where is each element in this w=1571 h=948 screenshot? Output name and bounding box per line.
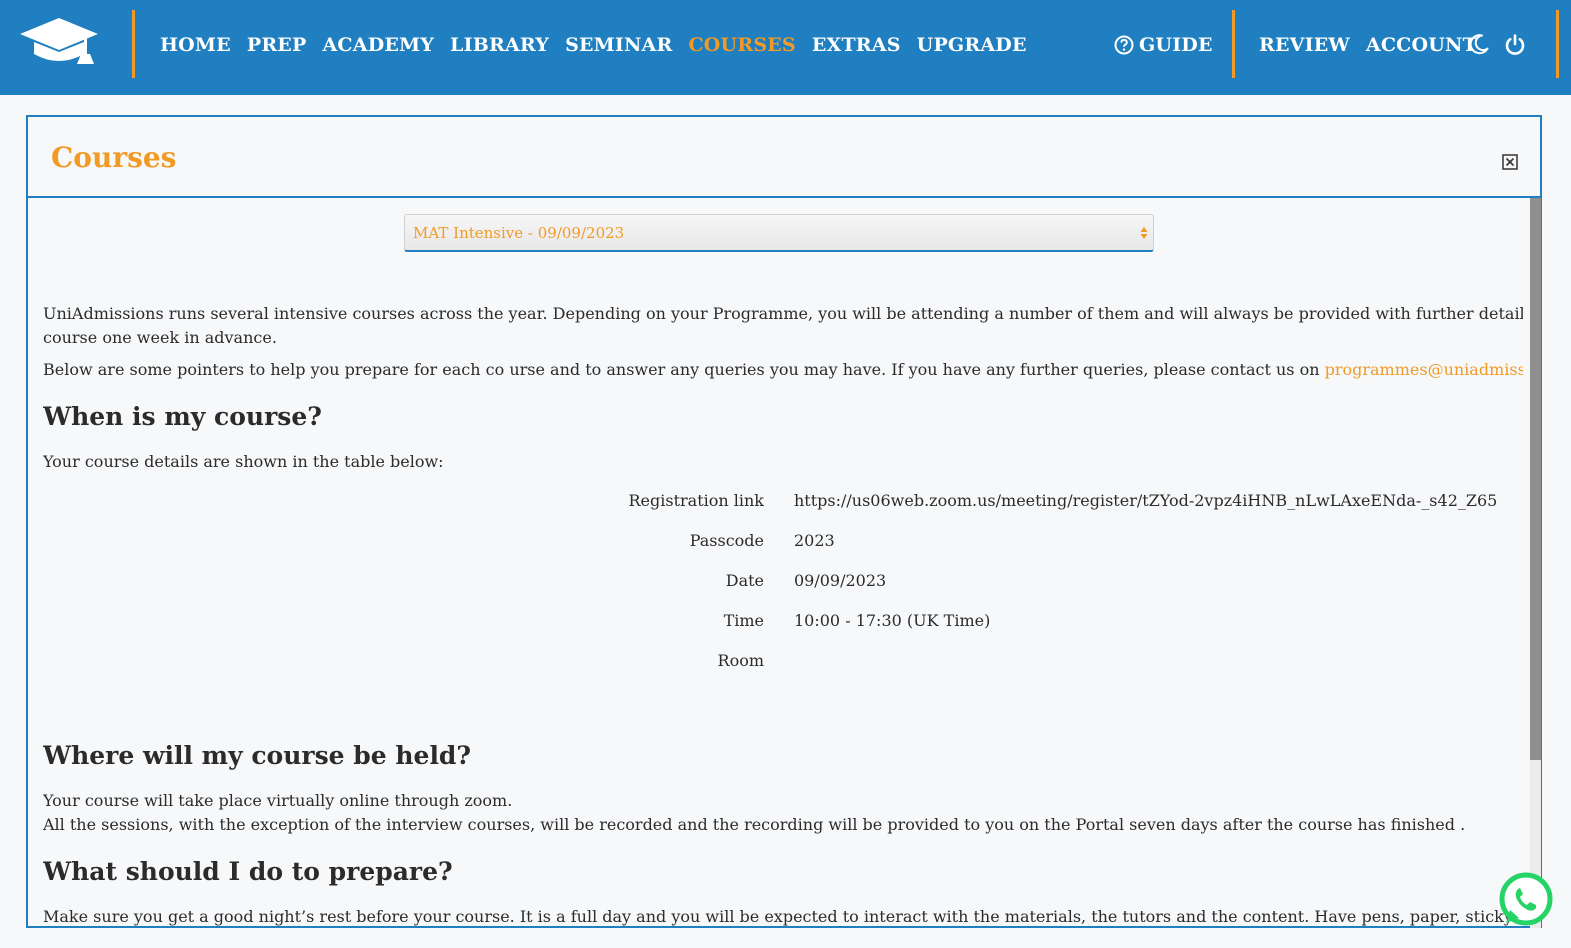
prepare-heading: What should I do to prepare? — [43, 857, 453, 886]
guide-link[interactable]: GUIDE — [1114, 0, 1213, 90]
courses-panel: Courses MAT Intensive - 09/09/2023 UniAd… — [26, 115, 1542, 928]
detail-label-date: Date — [725, 571, 764, 590]
detail-label-passcode: Passcode — [689, 531, 764, 550]
when-heading: When is my course? — [43, 402, 322, 431]
moon-icon[interactable] — [1468, 33, 1490, 55]
detail-label-time: Time — [723, 611, 764, 630]
nav-item-seminar[interactable]: SEMINAR — [565, 34, 672, 56]
intro-text: course one week in advance. — [43, 328, 277, 347]
nav-item-academy[interactable]: ACADEMY — [322, 34, 434, 56]
intro-contact-sentence: Below are some pointers to help you prep… — [43, 360, 1320, 379]
where-heading: Where will my course be held? — [43, 741, 472, 770]
panel-header: Courses — [28, 117, 1540, 198]
prepare-text: Make sure you get a good night’s rest be… — [43, 907, 1523, 926]
intro-contact-text: Below are some pointers to help you prep… — [43, 358, 1523, 382]
intro-text: UniAdmissions runs several intensive cou… — [43, 304, 1523, 323]
nav-item-library[interactable]: LIBRARY — [450, 34, 549, 56]
page-title: Courses — [51, 141, 177, 174]
guide-label: GUIDE — [1139, 34, 1213, 56]
nav-item-review[interactable]: REVIEW — [1259, 34, 1350, 56]
panel-content: MAT Intensive - 09/09/2023 UniAdmissions… — [43, 198, 1523, 928]
detail-label-registration: Registration link — [628, 491, 764, 510]
when-text: Your course details are shown in the tab… — [43, 452, 444, 471]
close-box-icon[interactable] — [1502, 154, 1518, 170]
nav-divider — [1556, 10, 1559, 78]
top-navigation-bar: HOME PREP ACADEMY LIBRARY SEMINAR COURSE… — [0, 0, 1571, 95]
select-arrows-icon — [1140, 227, 1148, 239]
help-circle-icon — [1114, 35, 1134, 55]
nav-item-extras[interactable]: EXTRAS — [812, 34, 901, 56]
course-select[interactable]: MAT Intensive - 09/09/2023 — [404, 214, 1154, 252]
where-text: All the sessions, with the exception of … — [43, 815, 1466, 834]
graduation-cap-icon[interactable] — [18, 16, 100, 68]
nav-item-account[interactable]: ACCOUNT — [1366, 34, 1477, 56]
main-nav: HOME PREP ACADEMY LIBRARY SEMINAR COURSE… — [160, 0, 1027, 90]
nav-item-upgrade[interactable]: UPGRADE — [917, 34, 1027, 56]
scrollbar-thumb[interactable] — [1530, 198, 1541, 760]
detail-label-room: Room — [717, 651, 764, 670]
nav-item-prep[interactable]: PREP — [247, 34, 307, 56]
power-icon[interactable] — [1503, 33, 1527, 57]
nav-item-courses[interactable]: COURSES — [688, 34, 795, 56]
nav-divider — [132, 10, 135, 78]
where-text: Your course will take place virtually on… — [43, 791, 513, 810]
nav-divider — [1232, 10, 1235, 78]
registration-link[interactable]: https://us06web.zoom.us/meeting/register… — [794, 491, 1497, 510]
nav-item-home[interactable]: HOME — [160, 34, 231, 56]
account-nav: REVIEW ACCOUNT — [1259, 0, 1477, 90]
email-link[interactable]: programmes@uniadmissions.co.uk — [1325, 360, 1523, 379]
detail-value-date: 09/09/2023 — [794, 571, 887, 590]
detail-value-passcode: 2023 — [794, 531, 835, 550]
detail-value-time: 10:00 - 17:30 (UK Time) — [794, 611, 991, 630]
course-select-value: MAT Intensive - 09/09/2023 — [413, 224, 625, 242]
whatsapp-icon[interactable] — [1497, 870, 1555, 928]
scrollbar[interactable] — [1530, 198, 1541, 928]
